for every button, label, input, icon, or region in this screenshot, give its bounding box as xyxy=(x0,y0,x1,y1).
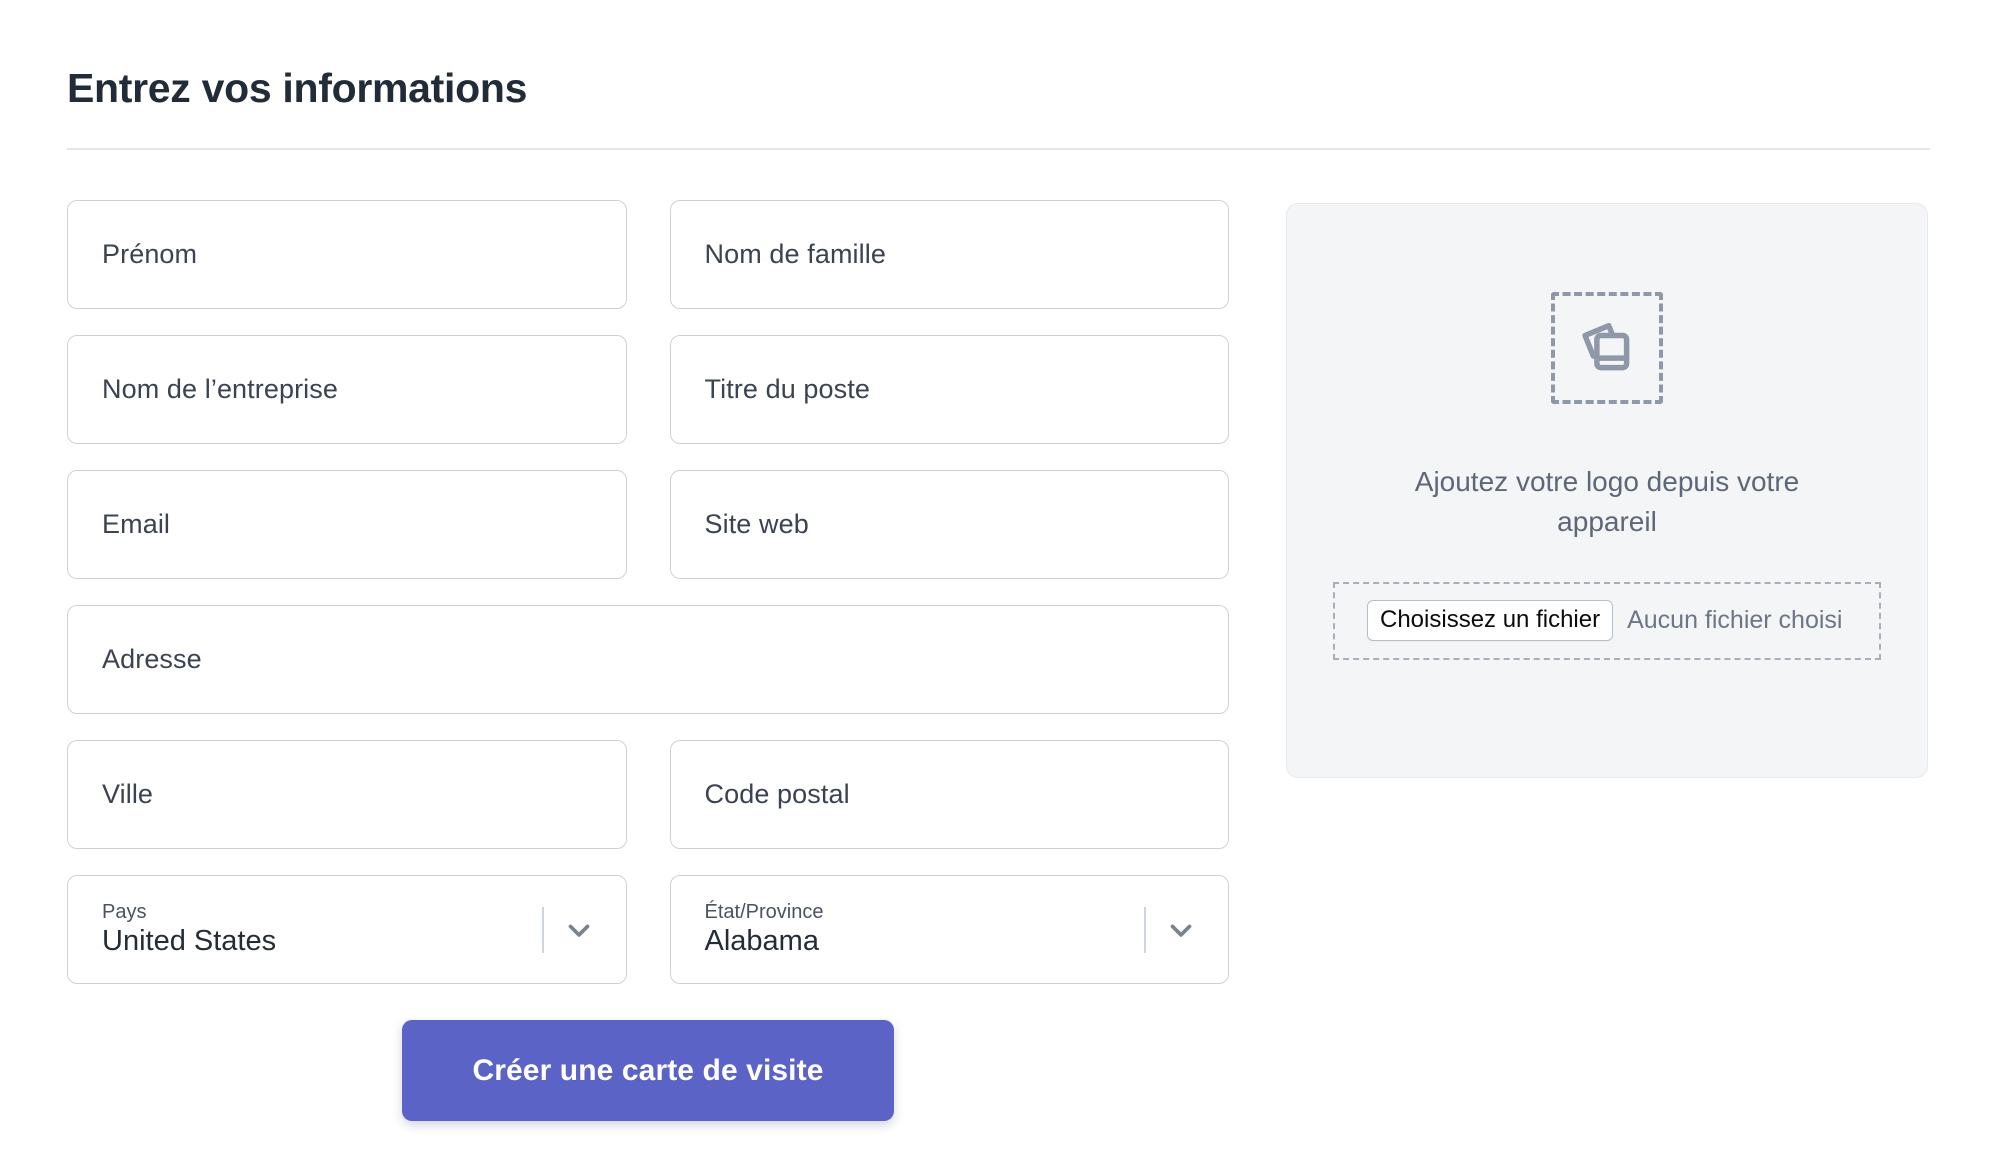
form-field-postal-code: Code postal xyxy=(669,740,1229,849)
chevron-down-icon[interactable] xyxy=(560,911,598,949)
form-field-website: Site web xyxy=(669,470,1229,579)
logo-upload-panel: Ajoutez votre logo depuis votre appareil… xyxy=(1286,203,1928,778)
form-field-last-name: Nom de famille xyxy=(669,200,1229,309)
form-row: Nom de l’entreprise Titre du poste xyxy=(67,335,1229,444)
form-field-address: Adresse xyxy=(67,605,1229,714)
state-province-select[interactable]: État/Province Alabama xyxy=(669,875,1229,984)
select-divider xyxy=(1144,906,1146,953)
photo-stack-icon xyxy=(1551,292,1663,404)
last-name-placeholder: Nom de famille xyxy=(704,239,886,269)
state-province-select-value: Alabama xyxy=(704,924,819,957)
first-name-input[interactable]: Prénom xyxy=(67,200,627,309)
submit-row: Créer une carte de visite xyxy=(67,1020,1229,1121)
city-input[interactable]: Ville xyxy=(67,740,627,849)
file-status-text: Aucun fichier choisi xyxy=(1627,606,1843,634)
website-input[interactable]: Site web xyxy=(669,470,1229,579)
form-area: Prénom Nom de famille Nom de l’entrepris… xyxy=(67,200,1229,1121)
form-field-country: Pays United States xyxy=(67,875,627,984)
form-row: Email Site web xyxy=(67,470,1229,579)
form-row: Prénom Nom de famille xyxy=(67,200,1229,309)
form-field-state-province: État/Province Alabama xyxy=(669,875,1229,984)
form-row: Adresse xyxy=(67,605,1229,714)
state-province-select-label: État/Province xyxy=(704,900,824,923)
form-field-company-name: Nom de l’entreprise xyxy=(67,335,627,444)
company-name-placeholder: Nom de l’entreprise xyxy=(102,374,339,404)
job-title-input[interactable]: Titre du poste xyxy=(669,335,1229,444)
email-placeholder: Email xyxy=(102,509,171,539)
create-business-card-button[interactable]: Créer une carte de visite xyxy=(402,1020,894,1121)
country-select-label: Pays xyxy=(102,900,147,923)
file-dropzone[interactable]: Choisissez un fichier Aucun fichier choi… xyxy=(1333,581,1881,660)
form-field-city: Ville xyxy=(67,740,627,849)
country-select-value: United States xyxy=(102,924,277,957)
first-name-placeholder: Prénom xyxy=(102,239,198,269)
form-field-first-name: Prénom xyxy=(67,200,627,309)
form-row: Ville Code postal xyxy=(67,740,1229,849)
address-input[interactable]: Adresse xyxy=(67,605,1229,714)
postal-code-placeholder: Code postal xyxy=(704,779,850,809)
email-input[interactable]: Email xyxy=(67,470,627,579)
last-name-input[interactable]: Nom de famille xyxy=(669,200,1229,309)
website-placeholder: Site web xyxy=(704,509,809,539)
form-field-email: Email xyxy=(67,470,627,579)
city-placeholder: Ville xyxy=(102,779,154,809)
header-divider xyxy=(67,148,1930,150)
choose-file-button[interactable]: Choisissez un fichier xyxy=(1367,600,1614,641)
business-card-form-page: Entrez vos informations Prénom Nom de fa… xyxy=(0,0,1992,1162)
address-placeholder: Adresse xyxy=(102,644,202,674)
chevron-down-icon[interactable] xyxy=(1162,911,1200,949)
job-title-placeholder: Titre du poste xyxy=(704,374,870,404)
company-name-input[interactable]: Nom de l’entreprise xyxy=(67,335,627,444)
country-select-texts: Pays United States xyxy=(102,901,276,958)
form-row: Pays United States État/Province Alabama xyxy=(67,875,1229,984)
page-title: Entrez vos informations xyxy=(67,65,528,112)
state-province-select-texts: État/Province Alabama xyxy=(705,901,824,958)
upload-caption: Ajoutez votre logo depuis votre appareil xyxy=(1414,466,1800,537)
select-divider xyxy=(541,906,544,953)
postal-code-input[interactable]: Code postal xyxy=(669,740,1229,849)
form-field-job-title: Titre du poste xyxy=(669,335,1229,444)
country-select[interactable]: Pays United States xyxy=(67,875,627,984)
